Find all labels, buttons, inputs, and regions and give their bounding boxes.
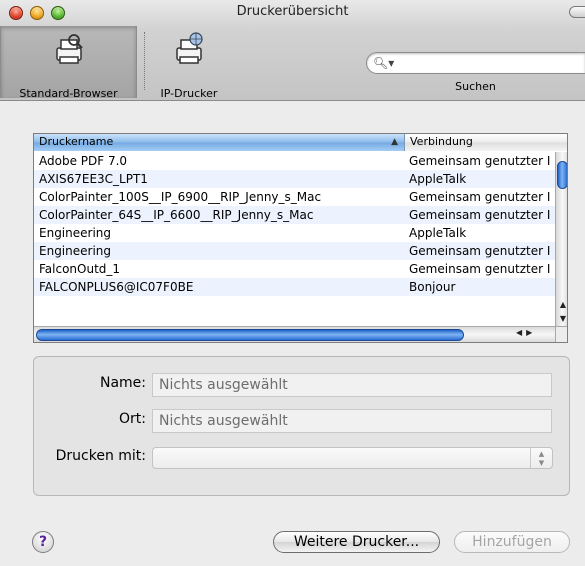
print-with-popup[interactable]: ▲ ▼ [152,447,553,469]
printer-search-icon [55,34,83,64]
sort-ascending-icon: ▲ [391,137,398,147]
printer-name-cell: Engineering [39,244,111,258]
vertical-scroll-thumb[interactable] [557,161,567,189]
window-title: Druckerübersicht [236,4,349,19]
column-header-connection[interactable]: Verbindung [405,134,567,151]
magnifier-icon: 🔍︎▾ [373,56,395,70]
printer-network-icon [176,32,203,64]
toolbar-ip-printer-label: IP-Drucker [160,87,218,100]
name-field: Nichts ausgewählt [152,373,552,397]
printer-name-cell: AXIS67EE3C_LPT1 [39,172,148,186]
printer-name-cell: Adobe PDF 7.0 [39,154,128,168]
column-header-label: Verbindung [410,135,473,148]
toolbar-standard-browser-button[interactable]: Standard-Browser [0,26,137,100]
table-row[interactable]: Adobe PDF 7.0 Gemeinsam genutzter I [34,152,555,170]
table-body: Adobe PDF 7.0 Gemeinsam genutzter I AXIS… [34,152,555,296]
table-header: Druckername ▲ Verbindung [34,134,567,151]
printer-name-cell: ColorPainter_100S__IP_6900__RIP_Jenny_s_… [39,190,322,204]
horizontal-scrollbar[interactable]: ◀▶ [34,326,555,342]
table-row[interactable]: Engineering AppleTalk [34,224,555,242]
horizontal-scroll-thumb[interactable] [36,329,464,341]
help-button[interactable]: ? [32,531,54,553]
toolbar-standard-browser-label: Standard-Browser [19,87,118,100]
printer-name-cell: FALCONPLUS6@IC07F0BE [39,280,194,294]
title-bar: Druckerübersicht [0,0,585,24]
table-row[interactable]: ColorPainter_100S__IP_6900__RIP_Jenny_s_… [34,188,555,206]
search-label: Suchen [455,80,496,93]
connection-cell: Gemeinsam genutzter I [409,262,551,276]
table-row[interactable]: AXIS67EE3C_LPT1 AppleTalk [34,170,555,188]
table-row[interactable]: ColorPainter_64S__IP_6600__RIP_Jenny_s_M… [34,206,555,224]
toolbar-separator [144,32,145,90]
window-chrome: Druckerübersicht Standard-Browser IP-Dru… [0,0,585,101]
connection-cell: AppleTalk [409,172,467,186]
connection-cell: Gemeinsam genutzter I [409,208,551,222]
popup-arrows-icon: ▲ ▼ [530,448,552,468]
table-row[interactable]: Engineering Gemeinsam genutzter I [34,242,555,260]
name-label: Name: [99,375,146,391]
table-row[interactable]: FalconOutd_1 Gemeinsam genutzter I [34,260,555,278]
connection-cell: Bonjour [409,280,456,294]
connection-cell: AppleTalk [409,226,467,240]
add-button[interactable]: Hinzufügen [454,531,570,553]
column-header-label: Druckername [39,135,114,148]
toolbar-toggle-button[interactable] [569,6,585,18]
column-header-printer-name[interactable]: Druckername ▲ [34,134,405,151]
main-content: Druckername ▲ Verbindung Adobe PDF 7.0 G… [0,101,585,566]
printer-browser-window: Druckerübersicht Standard-Browser IP-Dru… [0,0,585,566]
horizontal-scroll-arrows[interactable]: ◀▶ [516,328,536,337]
toolbar-ip-printer-button[interactable]: IP-Drucker [152,26,226,100]
printer-name-cell: ColorPainter_64S__IP_6600__RIP_Jenny_s_M… [39,208,314,222]
scrollbar-corner [555,326,567,342]
vertical-scroll-arrows[interactable]: ▲ ▼ [556,298,567,326]
search-input[interactable] [397,55,577,71]
location-label: Ort: [119,411,146,427]
more-printers-button[interactable]: Weitere Drucker... [273,531,440,553]
search-field[interactable]: 🔍︎▾ [366,52,585,74]
printer-name-cell: FalconOutd_1 [39,262,121,276]
printer-name-cell: Engineering [39,226,111,240]
connection-cell: Gemeinsam genutzter I [409,190,551,204]
connection-cell: Gemeinsam genutzter I [409,244,551,258]
print-with-label: Drucken mit: [55,448,146,464]
location-field: Nichts ausgewählt [152,409,552,433]
printer-details-group: Name: Nichts ausgewählt Ort: Nichts ausg… [33,356,570,496]
vertical-scrollbar[interactable]: ▲ ▼ [555,152,567,326]
table-row[interactable]: FALCONPLUS6@IC07F0BE Bonjour [34,278,555,296]
connection-cell: Gemeinsam genutzter I [409,154,551,168]
printer-table: Druckername ▲ Verbindung Adobe PDF 7.0 G… [33,133,568,343]
